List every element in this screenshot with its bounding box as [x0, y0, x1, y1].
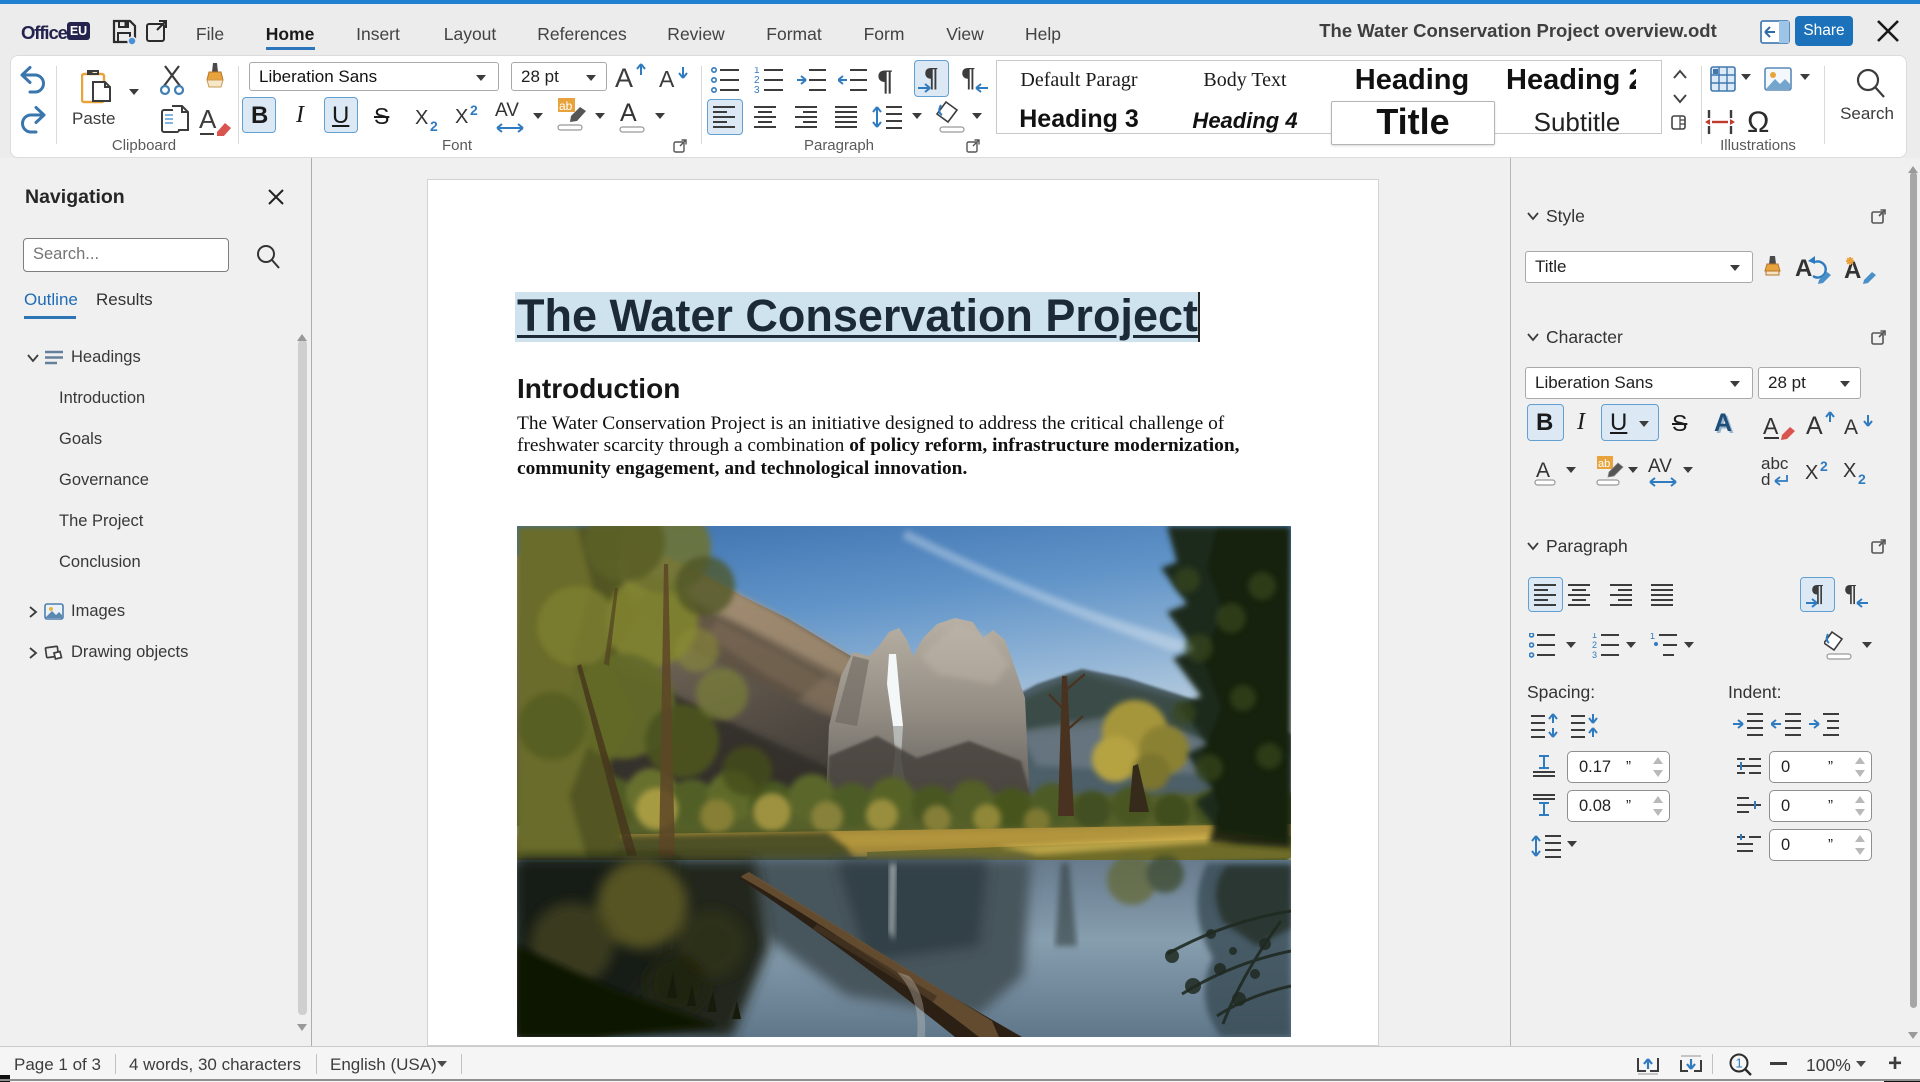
svg-text:X: X	[455, 106, 468, 128]
svg-text:1: 1	[1650, 633, 1655, 641]
svg-text:A: A	[659, 66, 675, 92]
svg-text:A: A	[199, 104, 217, 134]
svg-text:2: 2	[1592, 640, 1597, 650]
svg-text:d: d	[1761, 470, 1770, 489]
svg-text:¶: ¶	[1844, 581, 1857, 607]
svg-text:A: A	[1536, 459, 1550, 482]
svg-text:2: 2	[1858, 471, 1866, 485]
svg-text:X: X	[1843, 460, 1856, 482]
svg-text:A: A	[615, 63, 633, 92]
svg-text:A: A	[1795, 255, 1812, 282]
svg-text:ab: ab	[1598, 458, 1610, 470]
svg-text:3: 3	[754, 85, 760, 95]
svg-text:X: X	[1805, 462, 1818, 484]
svg-text:AV: AV	[495, 100, 519, 121]
svg-text:2: 2	[470, 103, 478, 118]
svg-text:3: 3	[1592, 650, 1597, 659]
svg-text:2: 2	[430, 118, 438, 132]
svg-text:2: 2	[1820, 459, 1828, 474]
svg-text:¶: ¶	[961, 64, 976, 92]
svg-text:ab: ab	[559, 99, 573, 113]
svg-text:1: 1	[1592, 633, 1597, 640]
svg-text:AV: AV	[1648, 456, 1672, 477]
svg-text:A: A	[1844, 416, 1858, 439]
svg-text:1: 1	[1736, 1056, 1743, 1071]
svg-text:X: X	[415, 107, 428, 129]
svg-text:A: A	[620, 100, 637, 127]
svg-text:A: A	[1763, 413, 1779, 439]
svg-text:A: A	[1806, 412, 1823, 440]
